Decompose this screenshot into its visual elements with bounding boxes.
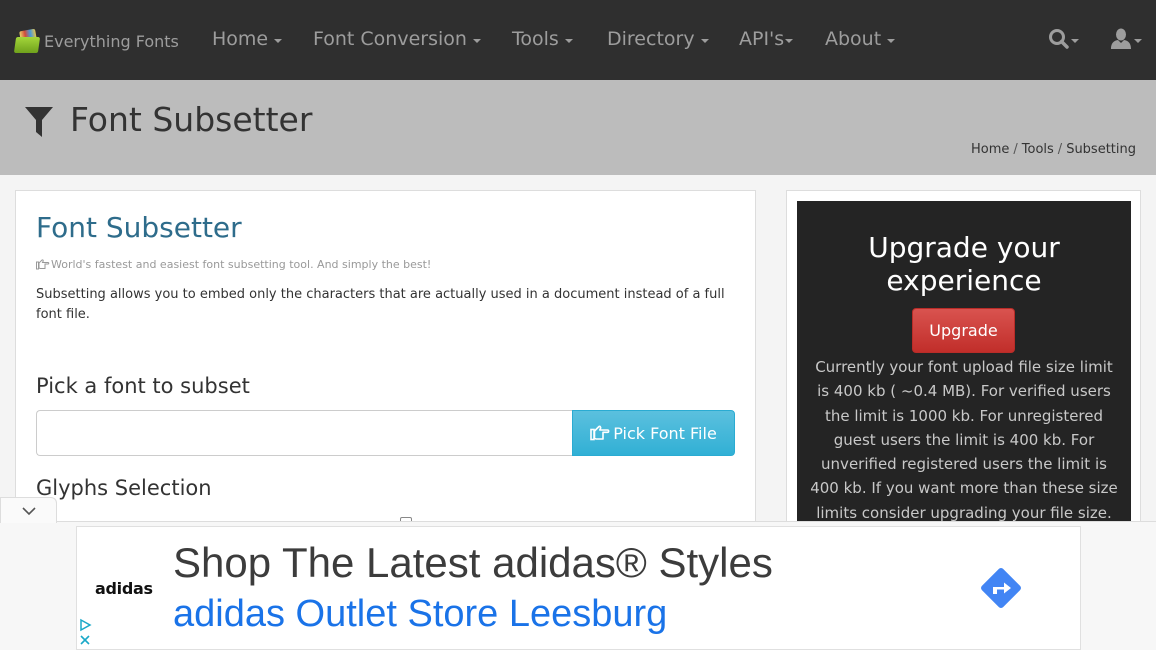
pick-font-heading: Pick a font to subset <box>36 374 250 398</box>
search-dropdown[interactable] <box>1048 28 1079 50</box>
search-icon <box>1049 29 1069 49</box>
nav-apis-label: API's <box>739 28 785 50</box>
upgrade-panel: Upgrade your experience Upgrade Currentl… <box>786 190 1141 531</box>
brand-logo-icon <box>13 28 41 53</box>
caret-down-icon <box>887 38 896 43</box>
tagline: World's fastest and easiest font subsett… <box>36 258 431 271</box>
brand-name: Everything Fonts <box>44 31 179 51</box>
tagline-text: World's fastest and easiest font subsett… <box>51 258 432 271</box>
caret-down-icon <box>472 38 481 43</box>
breadcrumb-tools[interactable]: Tools <box>1022 142 1054 157</box>
panel-title: Font Subsetter <box>36 211 242 244</box>
nav-tools[interactable]: Tools <box>512 28 573 50</box>
hand-pointer-icon <box>590 425 610 441</box>
nav-home-label: Home <box>212 28 269 50</box>
ad-collapse-button[interactable] <box>0 497 57 523</box>
caret-down-icon <box>274 38 283 43</box>
chevron-down-icon <box>21 506 36 515</box>
ad-brand-logo: adidas <box>95 579 153 598</box>
upgrade-title: Upgrade your experience <box>868 231 1060 297</box>
nav-about[interactable]: About <box>825 28 896 50</box>
pick-font-file-label: Pick Font File <box>613 423 717 443</box>
user-icon <box>1111 28 1131 49</box>
breadcrumb-subsetting: Subsetting <box>1066 142 1136 157</box>
breadcrumb-home[interactable]: Home <box>971 142 1009 157</box>
subsetter-panel: Font Subsetter World's fastest and easie… <box>15 190 756 530</box>
nav-directory-label: Directory <box>607 28 695 50</box>
nav-home[interactable]: Home <box>212 28 283 50</box>
ad-subline[interactable]: adidas Outlet Store Leesburg <box>173 593 667 636</box>
breadcrumb-separator: / <box>1013 142 1018 157</box>
ad-headline[interactable]: Shop The Latest adidas® Styles <box>173 539 773 587</box>
pick-font-file-button[interactable]: Pick Font File <box>572 410 735 456</box>
ad-content[interactable]: adidas Shop The Latest adidas® Styles ad… <box>76 526 1081 650</box>
user-dropdown[interactable] <box>1110 28 1142 50</box>
nav-font-conversion[interactable]: Font Conversion <box>313 28 481 50</box>
upgrade-button[interactable]: Upgrade <box>912 308 1015 353</box>
directions-arrow-icon[interactable] <box>976 563 1026 613</box>
nav-font-conversion-label: Font Conversion <box>313 28 467 50</box>
caret-down-icon <box>564 38 573 43</box>
upgrade-description: Currently your font upload file size lim… <box>810 358 1118 522</box>
ad-choices-icon[interactable] <box>78 618 92 632</box>
nav-tools-label: Tools <box>512 28 559 50</box>
filter-icon <box>25 107 53 137</box>
caret-down-icon <box>700 38 709 43</box>
hand-pointer-icon <box>36 259 50 270</box>
description: Subsetting allows you to embed only the … <box>36 287 725 322</box>
caret-down-icon <box>785 38 794 43</box>
top-navbar: Everything Fonts Home Font Conversion To… <box>0 0 1156 80</box>
caret-down-icon <box>1071 38 1079 43</box>
font-file-input[interactable] <box>36 410 573 456</box>
glyphs-selection-heading: Glyphs Selection <box>36 476 212 500</box>
upgrade-box: Upgrade your experience Upgrade Currentl… <box>797 201 1131 531</box>
brand-link[interactable]: Everything Fonts <box>13 28 179 54</box>
breadcrumb: Home / Tools / Subsetting <box>971 142 1136 157</box>
nav-about-label: About <box>825 28 882 50</box>
page-title: Font Subsetter <box>70 100 313 139</box>
caret-down-icon <box>1134 38 1142 43</box>
nav-apis[interactable]: API's <box>739 28 794 50</box>
ad-close-icon[interactable] <box>78 633 92 647</box>
breadcrumb-separator: / <box>1057 142 1063 157</box>
nav-directory[interactable]: Directory <box>607 28 709 50</box>
